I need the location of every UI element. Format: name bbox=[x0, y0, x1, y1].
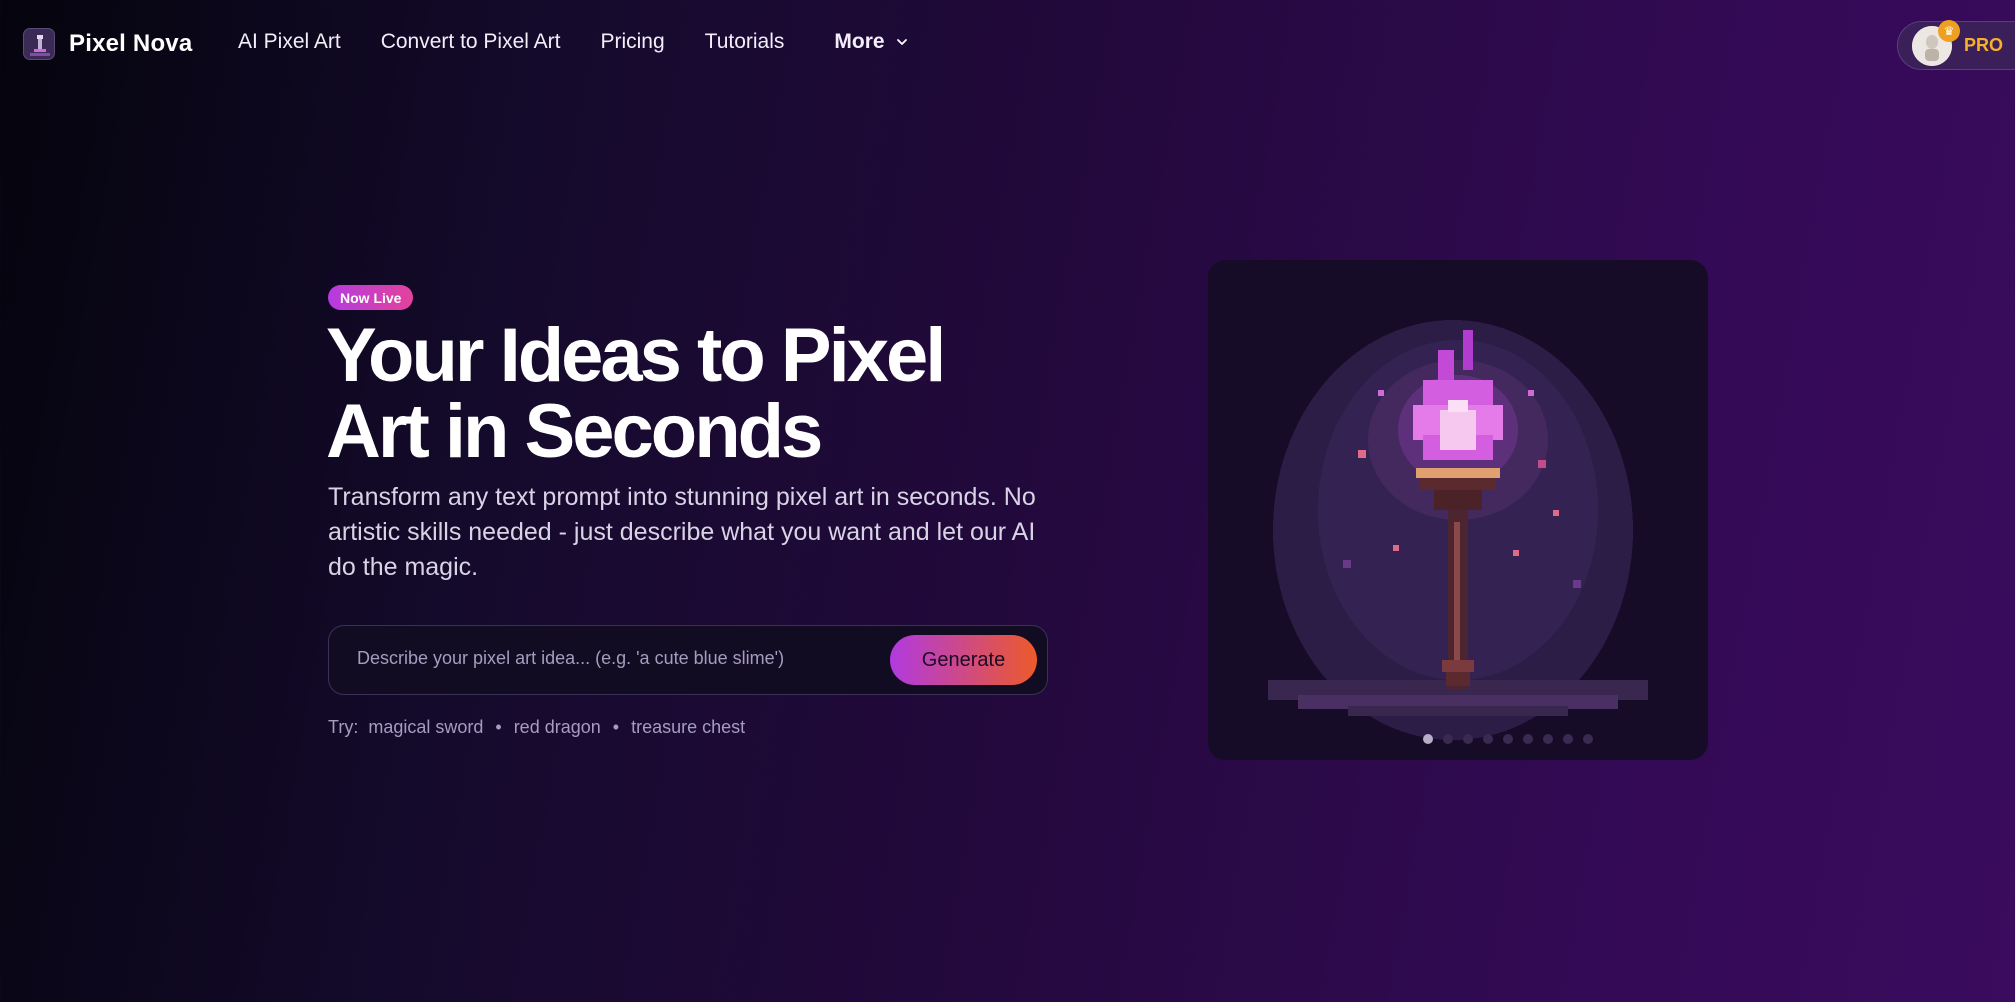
carousel-dot[interactable] bbox=[1523, 734, 1533, 744]
hero-title-line-1: Your Ideas to Pixel bbox=[326, 313, 946, 398]
nav-link-tutorials[interactable]: Tutorials bbox=[705, 30, 785, 54]
carousel-dot[interactable] bbox=[1543, 734, 1553, 744]
nav-link-ai-pixel-art[interactable]: AI Pixel Art bbox=[238, 30, 341, 54]
top-navigation: Pixel Nova AI Pixel Art Convert to Pixel… bbox=[0, 0, 2015, 90]
carousel-dot[interactable] bbox=[1563, 734, 1573, 744]
carousel-dot[interactable] bbox=[1463, 734, 1473, 744]
hero-subtitle: Transform any text prompt into stunning … bbox=[328, 483, 1036, 581]
brand-name: Pixel Nova bbox=[69, 30, 193, 57]
chevron-down-icon bbox=[896, 39, 907, 45]
hero-title-line-2: Art in Seconds bbox=[326, 389, 823, 474]
nav-link-convert[interactable]: Convert to Pixel Art bbox=[381, 30, 561, 54]
carousel-dot[interactable] bbox=[1483, 734, 1493, 744]
suggestions-row: Try: magical sword • red dragon • treasu… bbox=[328, 717, 745, 738]
carousel-dot[interactable] bbox=[1443, 734, 1453, 744]
user-avatar-icon: ♛ bbox=[1912, 19, 1960, 66]
nav-link-pricing[interactable]: Pricing bbox=[600, 30, 664, 54]
hero-title: Your Ideas to Pixel Art in Seconds bbox=[326, 318, 1066, 470]
now-live-badge: Now Live bbox=[328, 285, 414, 310]
pro-label: PRO bbox=[1964, 35, 2004, 55]
generate-button[interactable]: Generate bbox=[890, 635, 1037, 685]
separator-dot: • bbox=[612, 717, 620, 737]
brand-logo[interactable]: Pixel Nova bbox=[23, 28, 192, 60]
suggestion-chip-magical-sword[interactable]: magical sword bbox=[368, 717, 483, 738]
try-label: Try: bbox=[328, 717, 359, 737]
suggestion-chip-red-dragon[interactable]: red dragon bbox=[514, 717, 601, 738]
pixel-torch-artwork bbox=[1208, 260, 1708, 760]
carousel-dots bbox=[1208, 734, 1708, 744]
more-label: More bbox=[834, 30, 885, 53]
showcase-carousel bbox=[1208, 260, 1708, 760]
carousel-dot[interactable] bbox=[1423, 734, 1433, 744]
prompt-input[interactable] bbox=[357, 648, 877, 669]
separator-dot: • bbox=[495, 717, 502, 737]
prompt-form: Generate bbox=[328, 625, 1048, 695]
crown-icon: ♛ bbox=[1938, 19, 1960, 42]
carousel-dot[interactable] bbox=[1503, 734, 1513, 744]
more-menu-button[interactable]: More bbox=[834, 30, 908, 54]
account-pro-button[interactable]: ♛ PRO bbox=[1897, 19, 2015, 70]
suggestion-chip-treasure-chest[interactable]: treasure chest bbox=[631, 717, 745, 738]
carousel-dot[interactable] bbox=[1583, 734, 1593, 744]
nav-links: AI Pixel Art Convert to Pixel Art Pricin… bbox=[238, 30, 909, 54]
pixel-logo-icon bbox=[23, 28, 55, 60]
